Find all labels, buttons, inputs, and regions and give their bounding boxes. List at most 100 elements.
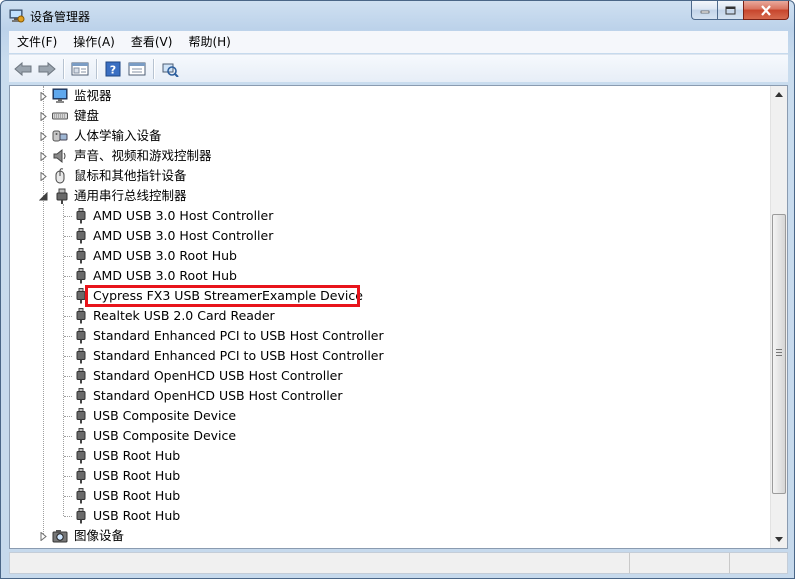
speaker-icon [53,148,66,164]
scan-hardware-button[interactable] [159,58,181,80]
minimize-button[interactable] [691,1,717,20]
show-hide-console-button[interactable] [69,58,91,80]
tree-category-label: 鼠标和其他指针设备 [74,168,187,183]
usb-device-icon [76,428,86,444]
help-icon: ? [105,61,121,76]
mouse-icon [55,168,65,184]
usb-device-item[interactable]: AMD USB 3.0 Host Controller [10,206,770,226]
usb-device-icon [76,248,86,264]
usb-device-item[interactable]: USB Root Hub [10,446,770,466]
usb-device-item[interactable]: USB Composite Device [10,426,770,446]
status-pane [630,553,730,573]
expand-arrow-icon[interactable] [39,532,48,541]
tree-category-label: 键盘 [74,108,100,123]
chevron-down-icon [775,537,783,542]
tree-category-keyboards[interactable]: 键盘 [10,106,770,126]
tree-category-hid[interactable]: 人体学输入设备 [10,126,770,146]
tree-category-label: 图像设备 [74,528,125,543]
usb-device-item[interactable]: USB Root Hub [10,466,770,486]
monitor-icon [52,88,68,103]
tree-category-usb-controllers[interactable]: 通用串行总线控制器 [10,186,770,206]
usb-device-icon [76,388,86,404]
usb-device-item[interactable]: Realtek USB 2.0 Card Reader [10,306,770,326]
usb-device-label: USB Composite Device [93,408,237,423]
usb-device-label: Standard Enhanced PCI to USB Host Contro… [93,348,384,363]
forward-button[interactable] [36,58,58,80]
scan-hardware-icon [162,63,179,77]
tree-guide-line [64,356,72,357]
device-tree: 监视器 键盘 人体学输入设备 声音、视频和游戏控制器 鼠标和其他指针设备 通用串… [10,86,770,548]
properties-pane-icon [71,62,89,75]
expand-arrow-icon[interactable] [39,92,48,101]
tree-guide-line [64,416,72,417]
usb-device-label: USB Root Hub [93,448,181,463]
usb-device-item[interactable]: USB Composite Device [10,406,770,426]
usb-device-label: AMD USB 3.0 Host Controller [93,228,274,243]
toolbar-separator [96,58,97,79]
tree-category-monitors[interactable]: 监视器 [10,86,770,106]
usb-device-icon [76,468,86,484]
usb-device-item[interactable]: Standard OpenHCD USB Host Controller [10,386,770,406]
menu-view[interactable]: 查看(V) [123,31,181,53]
usb-device-label: USB Root Hub [93,508,181,523]
scroll-down-button[interactable] [771,531,787,548]
title-bar[interactable]: 设备管理器 [1,1,794,31]
maximize-button[interactable] [717,1,743,20]
usb-device-label: Standard OpenHCD USB Host Controller [93,368,343,383]
scroll-thumb[interactable] [772,214,786,494]
tree-guide-line [64,496,72,497]
tree-category-mice[interactable]: 鼠标和其他指针设备 [10,166,770,186]
back-button[interactable] [12,58,34,80]
toolbar: ? [9,54,788,82]
scroll-up-button[interactable] [771,86,787,103]
usb-device-icon [76,408,86,424]
close-icon [761,4,771,16]
menu-file[interactable]: 文件(F) [9,31,65,53]
usb-device-item[interactable]: Standard OpenHCD USB Host Controller [10,366,770,386]
expand-arrow-icon[interactable] [39,172,48,181]
tree-guide-line [64,376,72,377]
usb-device-item[interactable]: Standard Enhanced PCI to USB Host Contro… [10,346,770,366]
tree-guide-line [64,456,72,457]
expand-arrow-icon[interactable] [39,132,48,141]
tree-guide-line [64,296,72,297]
usb-device-item[interactable]: AMD USB 3.0 Host Controller [10,226,770,246]
expand-arrow-icon[interactable] [39,112,48,121]
menu-help[interactable]: 帮助(H) [180,31,238,53]
vertical-scrollbar[interactable] [770,86,787,548]
tree-category-label: 人体学输入设备 [74,128,162,143]
usb-device-label: USB Composite Device [93,428,237,443]
tree-guide-line [64,276,72,277]
tree-category-imaging[interactable]: 图像设备 [10,526,770,546]
keyboard-icon [52,112,68,120]
usb-device-item[interactable]: Standard Enhanced PCI to USB Host Contro… [10,326,770,346]
toolbar-separator [153,58,154,79]
tree-guide-line [64,216,72,217]
scroll-grip-icon [776,349,782,356]
usb-device-icon [76,208,86,224]
tree-guide-line [64,236,72,237]
tree-category-sound-video[interactable]: 声音、视频和游戏控制器 [10,146,770,166]
tree-guide-line [64,316,72,317]
tree-guide-line [64,436,72,437]
properties-button[interactable] [126,58,148,80]
menu-action[interactable]: 操作(A) [65,31,123,53]
usb-device-icon [76,328,86,344]
usb-device-item[interactable]: AMD USB 3.0 Root Hub [10,246,770,266]
device-manager-icon [9,9,25,23]
usb-device-item[interactable]: USB Root Hub [10,486,770,506]
close-button[interactable] [743,1,789,20]
help-button[interactable]: ? [102,58,124,80]
tree-category-label: 监视器 [74,88,112,103]
status-bar [9,552,788,574]
camera-icon [52,530,68,543]
usb-device-label: AMD USB 3.0 Host Controller [93,208,274,223]
expand-arrow-icon[interactable] [39,152,48,161]
usb-device-label: Standard Enhanced PCI to USB Host Contro… [93,328,384,343]
usb-device-icon [76,368,86,384]
collapse-arrow-icon[interactable] [39,192,48,201]
usb-device-item[interactable]: USB Root Hub [10,506,770,526]
update-driver-icon [128,62,146,75]
usb-device-item[interactable]: AMD USB 3.0 Root Hub [10,266,770,286]
usb-device-icon [76,508,86,524]
